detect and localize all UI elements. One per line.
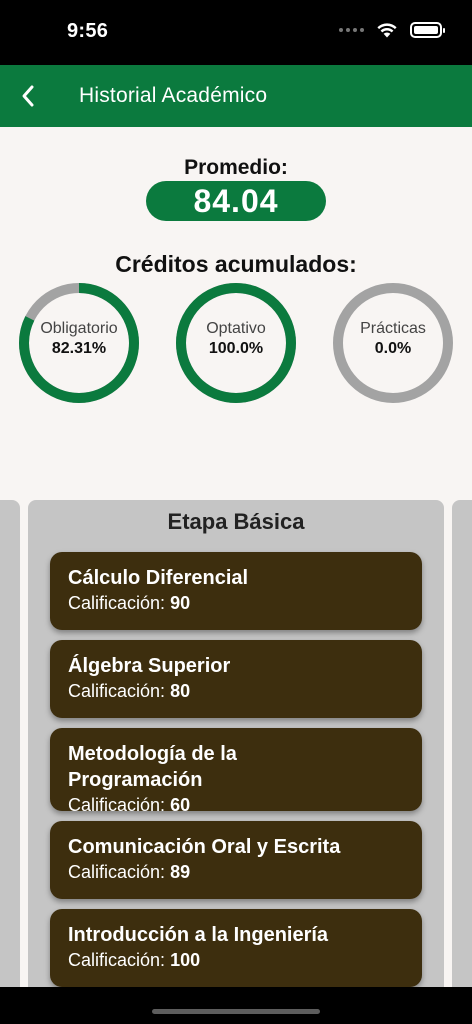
grade-label: Calificación: — [68, 862, 166, 882]
credit-value: 0.0% — [374, 340, 412, 357]
course-name: Introducción a la Ingeniería — [68, 924, 329, 946]
grade-label: Calificación: — [68, 795, 166, 815]
credits-label: Créditos acumulados: — [115, 251, 357, 277]
credit-name: Obligatorio — [40, 320, 118, 337]
battery-icon — [410, 22, 445, 38]
stage-panel-next[interactable] — [452, 500, 472, 987]
credit-ring-optativo: Optativo 100.0% — [175, 282, 297, 404]
grade-value: 60 — [170, 795, 191, 815]
credit-ring-practicas: Prácticas 0.0% — [332, 282, 454, 404]
course-name: Álgebra Superior — [68, 655, 231, 677]
status-bar: 9:56 — [0, 0, 472, 65]
course-card[interactable]: Cálculo Diferencial Calificación: 90 — [50, 552, 422, 630]
course-card[interactable]: Comunicación Oral y Escrita Calificación… — [50, 821, 422, 899]
course-name: Cálculo Diferencial — [68, 567, 249, 589]
course-card[interactable]: Álgebra Superior Calificación: 80 — [50, 640, 422, 718]
grade-label: Calificación: — [68, 950, 166, 970]
page-title: Historial Académico — [79, 84, 268, 107]
course-name: Metodología de la Programación — [68, 743, 237, 791]
credit-name: Prácticas — [360, 320, 426, 337]
stage-title: Etapa Básica — [167, 509, 305, 534]
average-label: Promedio: — [184, 156, 288, 179]
credit-value: 100.0% — [208, 340, 264, 357]
grade-value: 89 — [170, 862, 191, 882]
grade-label: Calificación: — [68, 681, 166, 701]
status-time: 9:56 — [67, 20, 109, 42]
course-card[interactable]: Introducción a la Ingeniería Calificació… — [50, 909, 422, 987]
grade-label: Calificación: — [68, 593, 166, 613]
course-name: Comunicación Oral y Escrita — [68, 836, 341, 858]
signal-dots-icon — [339, 28, 364, 32]
home-indicator[interactable] — [152, 1009, 320, 1014]
wifi-icon — [377, 23, 397, 38]
status-icons — [339, 22, 445, 38]
grade-value: 80 — [170, 681, 191, 701]
credit-value: 82.31% — [51, 340, 107, 357]
stage-panel-previous[interactable] — [0, 500, 20, 987]
chevron-left-icon[interactable] — [12, 79, 44, 113]
course-card[interactable]: Metodología de la Programación Calificac… — [50, 728, 422, 815]
grade-value: 100 — [170, 950, 201, 970]
average-value-badge: 84.04 — [146, 181, 326, 221]
nav-bar: Historial Académico — [0, 65, 472, 127]
stage-panel: Etapa Básica Cálculo Diferencial Calific… — [28, 500, 444, 987]
home-indicator-area — [0, 987, 472, 1024]
credit-name: Optativo — [206, 320, 266, 337]
grade-value: 90 — [170, 593, 191, 613]
content-area: Promedio: 84.04 Créditos acumulados: Obl… — [0, 127, 472, 987]
credit-ring-obligatorio: Obligatorio 82.31% — [18, 282, 140, 404]
